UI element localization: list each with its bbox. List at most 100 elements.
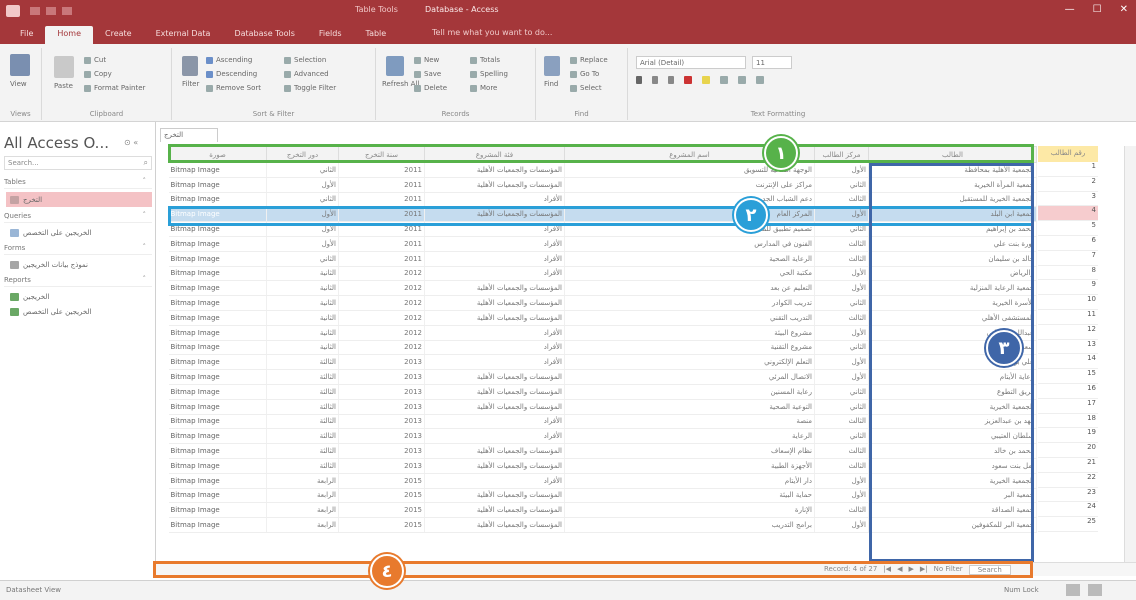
- record-id-cell[interactable]: 13: [1038, 339, 1098, 355]
- table-cell[interactable]: الأفراد: [424, 340, 565, 356]
- datasheet-view-icon[interactable]: [1066, 584, 1080, 596]
- table-cell[interactable]: منصة: [564, 414, 815, 430]
- descending-button[interactable]: Descending: [206, 70, 257, 78]
- table-cell[interactable]: دار الأيتام: [564, 473, 815, 489]
- record-id-cell[interactable]: 25: [1038, 517, 1098, 532]
- table-cell[interactable]: الأفراد: [424, 192, 565, 208]
- redo-icon[interactable]: [62, 7, 72, 15]
- table-cell[interactable]: المؤسسات والجمعيات الأهلية: [424, 280, 565, 297]
- record-id-header[interactable]: رقم الطالب: [1038, 146, 1098, 162]
- table-cell[interactable]: التوعية الصحية: [564, 399, 815, 415]
- nav-item-report-1[interactable]: الخريجين: [6, 289, 152, 304]
- table-cell[interactable]: الثالثة: [266, 384, 339, 400]
- table-cell[interactable]: الثالثة: [266, 399, 339, 415]
- close-button[interactable]: ✕: [1120, 4, 1128, 15]
- table-cell[interactable]: الثالث: [814, 236, 869, 252]
- align-right-icon[interactable]: [756, 76, 764, 84]
- table-cell[interactable]: المؤسسات والجمعيات الأهلية: [424, 517, 565, 533]
- table-cell[interactable]: المؤسسات والجمعيات الأهلية: [424, 443, 565, 459]
- image-cell[interactable]: Bitmap Image: [168, 369, 267, 385]
- table-cell[interactable]: الأفراد: [424, 428, 565, 445]
- table-cell[interactable]: الرعاية: [564, 428, 815, 445]
- italic-icon[interactable]: [652, 76, 658, 84]
- table-cell[interactable]: 2015: [338, 502, 425, 519]
- find-button[interactable]: Find: [544, 80, 558, 88]
- record-id-cell[interactable]: 8: [1038, 265, 1098, 281]
- vertical-scrollbar[interactable]: [1124, 146, 1136, 570]
- image-cell[interactable]: Bitmap Image: [168, 340, 267, 356]
- design-view-icon[interactable]: [1088, 584, 1102, 596]
- paste-button[interactable]: Paste: [54, 82, 73, 90]
- table-cell[interactable]: 2013: [338, 354, 425, 371]
- table-cell[interactable]: الثالثة: [266, 369, 339, 385]
- table-cell[interactable]: 2015: [338, 517, 425, 533]
- table-cell[interactable]: الأول: [814, 162, 869, 178]
- image-cell[interactable]: Bitmap Image: [168, 502, 267, 519]
- table-cell[interactable]: التدريب التقني: [564, 310, 815, 326]
- selection-button[interactable]: Selection: [284, 56, 326, 64]
- table-cell[interactable]: 2013: [338, 458, 425, 474]
- table-cell[interactable]: الاتصال المرئي: [564, 369, 815, 385]
- table-cell[interactable]: الثالثة: [266, 414, 339, 430]
- toggle-filter-button[interactable]: Toggle Filter: [284, 84, 336, 92]
- table-cell[interactable]: الثاني: [814, 399, 869, 415]
- table-cell[interactable]: الثاني: [814, 295, 869, 311]
- table-cell[interactable]: الثانية: [266, 295, 339, 311]
- table-cell[interactable]: الأول: [814, 266, 869, 282]
- table-cell[interactable]: الأفراد: [424, 251, 565, 267]
- table-cell[interactable]: 2012: [338, 266, 425, 282]
- replace-button[interactable]: Replace: [570, 56, 608, 64]
- table-cell[interactable]: 2013: [338, 369, 425, 385]
- image-cell[interactable]: Bitmap Image: [168, 310, 267, 326]
- record-id-cell[interactable]: 17: [1038, 398, 1098, 414]
- table-cell[interactable]: الثانية: [266, 310, 339, 326]
- nav-section-forms[interactable]: Forms ˄: [4, 242, 152, 255]
- table-cell[interactable]: المؤسسات والجمعيات الأهلية: [424, 295, 565, 311]
- nav-search-input[interactable]: Search... ⌕: [4, 156, 152, 170]
- table-cell[interactable]: المؤسسات والجمعيات الأهلية: [424, 177, 565, 193]
- table-cell[interactable]: الرابعة: [266, 488, 339, 504]
- tab-fields[interactable]: Fields: [307, 26, 354, 44]
- table-cell[interactable]: 2013: [338, 399, 425, 415]
- record-id-cell[interactable]: 21: [1038, 457, 1098, 473]
- table-cell[interactable]: المؤسسات والجمعيات الأهلية: [424, 502, 565, 519]
- view-icon[interactable]: [10, 54, 30, 76]
- table-cell[interactable]: الأول: [814, 517, 869, 533]
- table-cell[interactable]: الثالث: [814, 458, 869, 474]
- record-id-cell[interactable]: 22: [1038, 472, 1098, 488]
- image-cell[interactable]: Bitmap Image: [168, 443, 267, 459]
- table-cell[interactable]: مشروع التقنية: [564, 340, 815, 356]
- record-id-cell[interactable]: 6: [1038, 235, 1098, 251]
- nav-item-form[interactable]: نموذج بيانات الخريجين: [6, 257, 152, 272]
- table-cell[interactable]: الأول: [814, 325, 869, 341]
- table-cell[interactable]: 2011: [338, 162, 425, 178]
- table-cell[interactable]: الثاني: [266, 251, 339, 267]
- table-cell[interactable]: 2012: [338, 340, 425, 356]
- record-id-cell[interactable]: 16: [1038, 383, 1098, 399]
- record-id-cell[interactable]: 1: [1038, 162, 1098, 177]
- image-cell[interactable]: Bitmap Image: [168, 295, 267, 311]
- record-id-cell[interactable]: 14: [1038, 354, 1098, 370]
- more-button[interactable]: More: [470, 84, 497, 92]
- image-cell[interactable]: Bitmap Image: [168, 428, 267, 445]
- table-cell[interactable]: الثالثة: [266, 443, 339, 459]
- table-cell[interactable]: 2015: [338, 488, 425, 504]
- table-cell[interactable]: الرابعة: [266, 517, 339, 533]
- table-cell[interactable]: برامج التدريب: [564, 517, 815, 533]
- table-cell[interactable]: الأول: [266, 177, 339, 193]
- record-id-cell[interactable]: 23: [1038, 487, 1098, 503]
- table-cell[interactable]: الأول: [814, 369, 869, 385]
- undo-icon[interactable]: [46, 7, 56, 15]
- table-cell[interactable]: 2011: [338, 177, 425, 193]
- table-cell[interactable]: الثالث: [814, 414, 869, 430]
- table-cell[interactable]: الثاني: [814, 428, 869, 445]
- table-cell[interactable]: الأفراد: [424, 236, 565, 252]
- table-cell[interactable]: الثالث: [814, 192, 869, 208]
- remove-sort-button[interactable]: Remove Sort: [206, 84, 261, 92]
- table-cell[interactable]: الفنون في المدارس: [564, 236, 815, 252]
- tab-external-data[interactable]: External Data: [144, 26, 223, 44]
- font-dropdown[interactable]: Arial (Detail): [636, 56, 746, 69]
- record-id-cell[interactable]: 9: [1038, 280, 1098, 296]
- nav-item-report-2[interactable]: الخريجين على التخصص: [6, 304, 152, 319]
- filter-icon[interactable]: [182, 56, 198, 76]
